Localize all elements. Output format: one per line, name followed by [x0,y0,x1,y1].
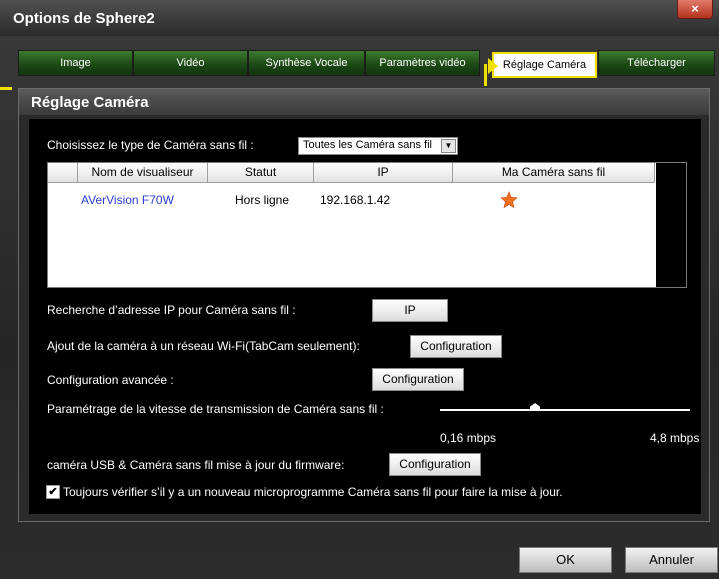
tab-image[interactable]: Image [18,50,133,76]
table-header-name[interactable]: Nom de visualiseur [78,163,208,183]
window-title: Options de Sphere2 [13,10,155,27]
camera-type-select[interactable]: Toutes les Caméra sans fil ▼ [298,137,458,155]
highlight-line [0,87,12,90]
auto-check-checkbox[interactable]: ✔ [46,485,60,499]
speed-label: Paramétrage de la vitesse de transmissio… [47,402,384,416]
camera-type-label: Choisissez le type de Caméra sans fil : [47,138,254,152]
options-dialog: Options de Sphere2 × Image Vidéo Synthès… [0,0,719,579]
wifi-configuration-button[interactable]: Configuration [410,335,502,358]
table-header-blank [48,163,78,183]
panel-header: Réglage Caméra [19,89,709,115]
firmware-configuration-button[interactable]: Configuration [389,453,481,476]
table-header-favorite[interactable]: Ma Caméra sans fil [453,163,655,183]
ip-button[interactable]: IP [372,299,448,322]
cancel-button[interactable]: Annuler [625,547,718,573]
advanced-label: Configuration avancée : [47,373,174,387]
tab-voice-synthesis[interactable]: Synthèse Vocale [248,50,365,76]
tab-download[interactable]: Télécharger [598,50,715,76]
ok-button[interactable]: OK [519,547,612,573]
tab-camera-settings[interactable]: Réglage Caméra [492,52,597,78]
dropdown-arrow-icon[interactable]: ▼ [441,139,456,153]
table-scroll-area [656,163,686,287]
table-header-status[interactable]: Statut [208,163,314,183]
table-header-ip[interactable]: IP [314,163,453,183]
panel-title: Réglage Caméra [31,94,149,111]
ip-search-label: Recherche d’adresse IP pour Caméra sans … [47,303,296,317]
camera-table: Nom de visualiseur Statut IP Ma Caméra s… [47,162,687,288]
highlight-arrow-icon [488,58,498,74]
speed-min-label: 0,16 mbps [440,431,497,445]
tab-video-settings[interactable]: Paramètres vidéo [365,50,480,76]
auto-check-label: Toujours vérifier s’il y a un nouveau mi… [63,485,563,499]
title-bar: Options de Sphere2 × [0,0,719,36]
wifi-label: Ajout de la caméra à un réseau Wi-Fi(Tab… [47,339,360,353]
tab-video[interactable]: Vidéo [133,50,248,76]
advanced-configuration-button[interactable]: Configuration [372,368,464,391]
camera-status: Hors ligne [235,193,290,207]
highlight-line [484,64,487,86]
camera-ip: 192.168.1.42 [320,193,391,207]
star-icon[interactable] [500,191,518,209]
firmware-label: caméra USB & Caméra sans fil mise à jour… [47,458,345,472]
camera-type-value: Toutes les Caméra sans fil [303,139,432,151]
camera-name[interactable]: AVerVision F70W [81,193,174,207]
close-button[interactable]: × [677,0,713,19]
tab-bar: Image Vidéo Synthèse Vocale Paramètres v… [18,50,717,78]
speed-slider-track[interactable] [440,409,690,411]
speed-max-label: 4,8 mbps [650,431,700,445]
